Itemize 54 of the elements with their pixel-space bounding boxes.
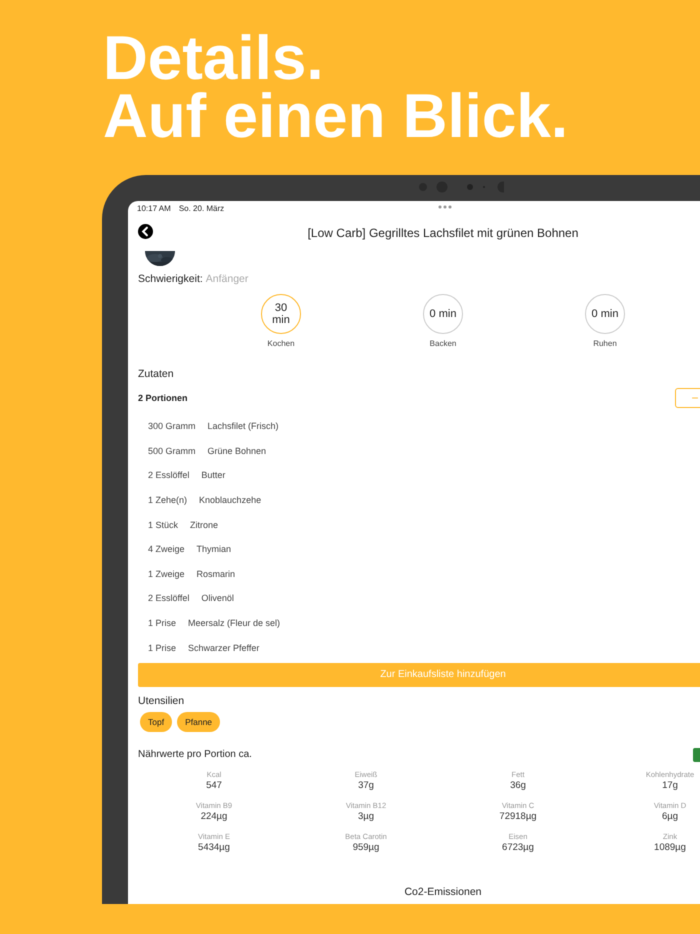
- ingredient-amount: 2 Esslöffel: [148, 593, 190, 604]
- nutrient-value: 1089µg: [654, 842, 686, 854]
- more-icon[interactable]: [438, 205, 452, 209]
- back-icon[interactable]: [138, 224, 153, 239]
- ingredient-amount: 500 Gramm: [148, 446, 196, 456]
- headline: Details.: [103, 30, 324, 88]
- nutrient-value: 6µg: [662, 810, 678, 823]
- ingredient-amount: 1 Zweige: [148, 568, 185, 579]
- nutrient-value: 5434µg: [198, 842, 230, 854]
- time-label: Ruhen: [593, 339, 617, 348]
- difficulty-label: Schwierigkeit:: [138, 273, 203, 285]
- ingredient-name: Rosmarin: [196, 568, 236, 579]
- ingredient-name: Schwarzer Pfeffer: [188, 642, 260, 653]
- utensil-chip[interactable]: Topf: [140, 712, 172, 732]
- ingredient-amount: 1 Zehe(n): [148, 495, 188, 506]
- nutrient-value: 547: [206, 780, 222, 792]
- nutrient-value: 224µg: [200, 810, 228, 823]
- ingredient-name: Butter: [201, 470, 226, 480]
- nutrient-value: 17g: [662, 780, 678, 792]
- recipe-title: [Low Carb] Gegrilltes Lachsfilet mit grünen Bohnen: [308, 226, 578, 240]
- ingredient-amount: 1 Prise: [148, 642, 176, 653]
- portions-label: 2 Portionen: [138, 393, 188, 403]
- section-title: Nährwerte pro Portion ca.: [138, 749, 252, 760]
- time-circle: 0 min: [585, 294, 625, 334]
- status-time: 10:17 AM: [137, 204, 171, 212]
- nutrient-value: 3µg: [358, 810, 374, 823]
- ingredient-name: Zitrone: [190, 520, 218, 530]
- ingredient-amount: 1 Stück: [148, 520, 178, 530]
- time-circle: 30 min: [261, 294, 301, 334]
- status-date: So. 20. März: [178, 204, 224, 212]
- ingredient-amount: 1 Prise: [148, 618, 176, 628]
- ingredient-name: Thymian: [196, 544, 232, 554]
- section-title: Utensilien: [138, 694, 186, 707]
- utensil-chip[interactable]: Pfanne: [177, 712, 220, 732]
- time-circle: 0 min: [423, 294, 463, 334]
- nutrient-value: 6723µg: [502, 842, 534, 854]
- ingredient-amount: 2 Esslöffel: [148, 470, 190, 480]
- nutrient-value: 36g: [510, 780, 526, 792]
- ingredient-amount: 4 Zweige: [148, 544, 185, 554]
- nutrient-value: 37g: [358, 780, 374, 792]
- section-title: Co2-Emissionen: [404, 886, 482, 898]
- ingredient-name: Olivenöl: [201, 593, 234, 604]
- time-label: Kochen: [267, 339, 295, 348]
- ingredient-name: Meersalz (Fleur de sel): [188, 618, 280, 628]
- nutrient-value: 72918µg: [499, 810, 537, 823]
- ingredient-name: Knoblauchzehe: [199, 495, 262, 506]
- difficulty-value: Anfänger: [206, 273, 248, 285]
- time-label: Backen: [430, 339, 456, 348]
- ingredient-name: Lachsfilet (Frisch): [208, 421, 279, 432]
- ingredient-name: Grüne Bohnen: [208, 446, 266, 456]
- section-title: Zutaten: [138, 368, 175, 380]
- nutrient-value: 959µg: [352, 842, 380, 854]
- headline: Auf einen Blick.: [103, 88, 568, 146]
- ingredient-amount: 300 Gramm: [148, 421, 196, 432]
